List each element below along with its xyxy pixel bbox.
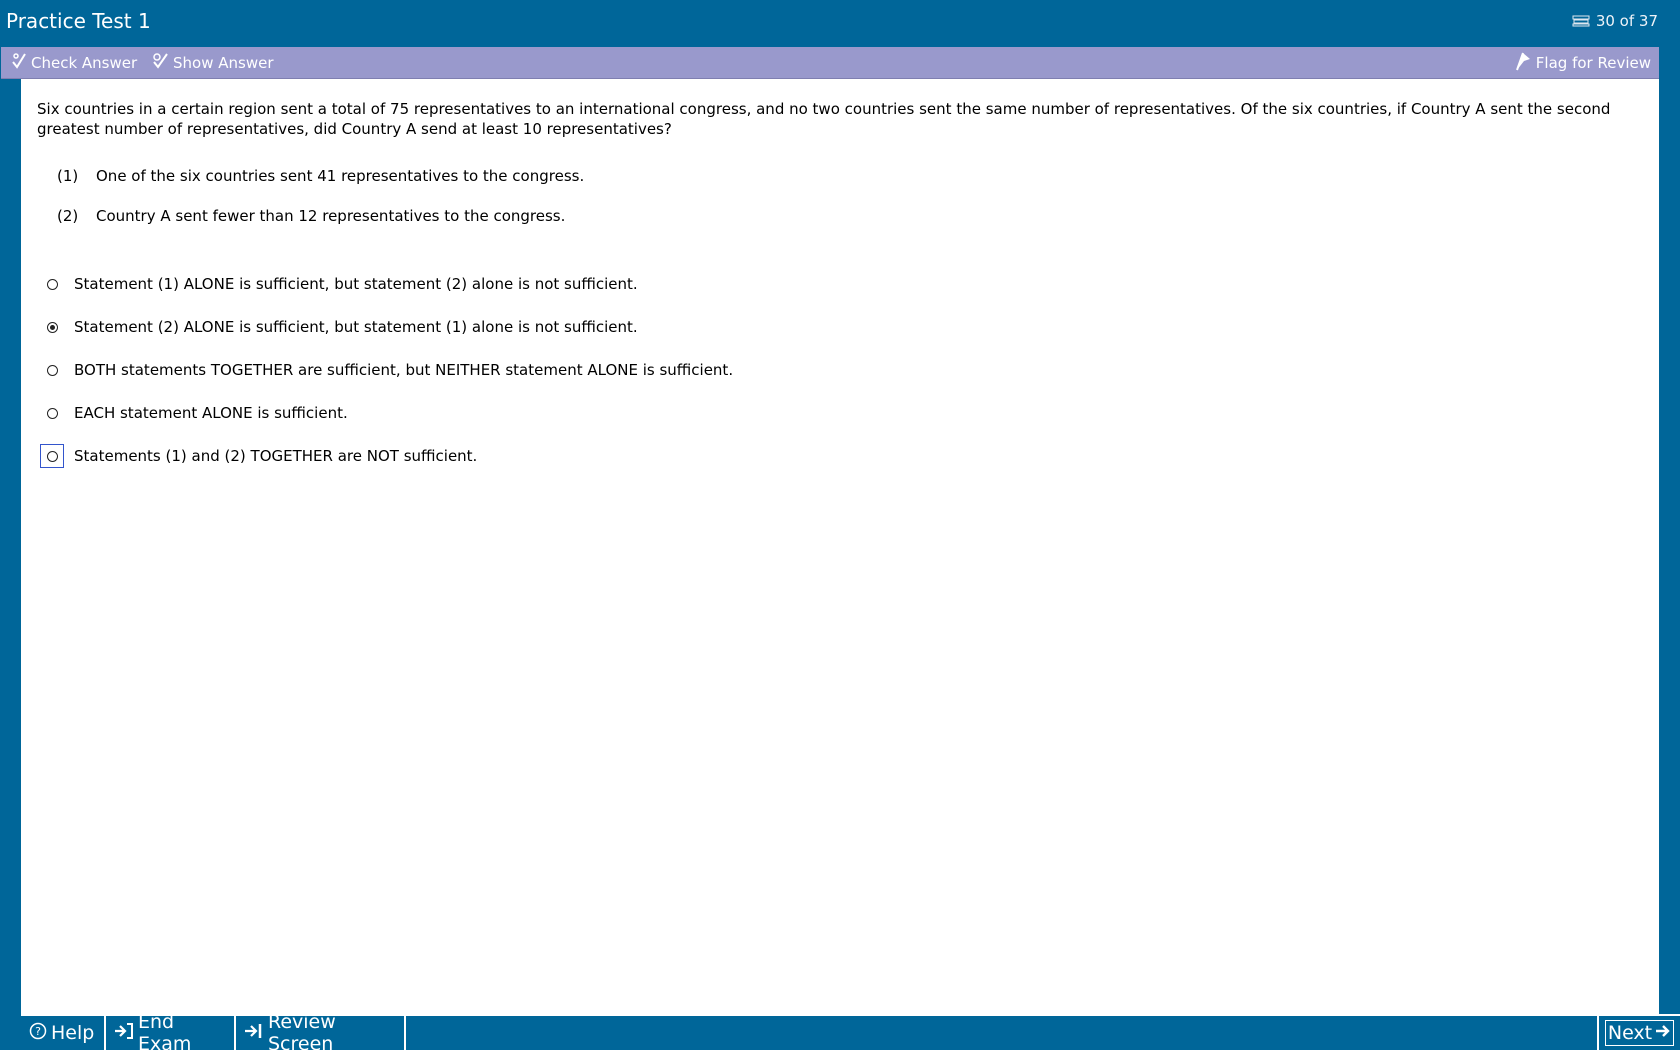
help-button[interactable]: ? Help (21, 1016, 106, 1050)
show-answer-label: Show Answer (173, 54, 274, 72)
question-stem: Six countries in a certain region sent a… (37, 100, 1611, 138)
window-title: Practice Test 1 (6, 9, 151, 33)
counter-text: 30 of 37 (1595, 12, 1658, 30)
show-answer-icon (151, 52, 169, 74)
answer-radio-a[interactable] (40, 272, 64, 296)
review-screen-button[interactable]: Review Screen (236, 1011, 406, 1050)
statement-2: (2) Country A sent fewer than 12 represe… (57, 207, 565, 225)
arrow-right-icon (1655, 1022, 1671, 1044)
review-screen-label: Review Screen (268, 1011, 336, 1050)
answer-option-b[interactable]: Statement (2) ALONE is sufficient, but s… (40, 315, 638, 339)
end-exam-icon (114, 1022, 134, 1045)
answer-option-text: EACH statement ALONE is sufficient. (74, 404, 348, 422)
flag-for-review-label: Flag for Review (1535, 54, 1651, 72)
flag-icon (1514, 51, 1532, 75)
check-answer-icon (11, 52, 27, 74)
check-answer-label: Check Answer (31, 54, 138, 72)
check-answer-button[interactable]: Check Answer (11, 52, 137, 74)
stack-icon (1572, 15, 1590, 27)
answer-option-text: BOTH statements TOGETHER are sufficient,… (74, 361, 734, 379)
help-label: Help (51, 1022, 95, 1044)
end-exam-button[interactable]: End Exam (106, 1011, 236, 1050)
question-panel: Six countries in a certain region sent a… (21, 79, 1659, 1014)
title-bar: Practice Test 1 30 of 37 (0, 0, 1680, 45)
answer-radio-e[interactable] (40, 444, 64, 468)
bottom-bar: ? Help End Exam Review Screen Next (21, 1011, 1680, 1050)
statement-number: (1) (57, 167, 79, 185)
statement-text: One of the six countries sent 41 represe… (96, 167, 585, 185)
show-answer-button[interactable]: Show Answer (151, 52, 274, 74)
question-counter: 30 of 37 (1572, 12, 1658, 30)
answer-option-e[interactable]: Statements (1) and (2) TOGETHER are NOT … (40, 444, 477, 468)
answer-radio-c[interactable] (40, 358, 64, 382)
next-button[interactable]: Next (1597, 1016, 1680, 1050)
answer-option-d[interactable]: EACH statement ALONE is sufficient. (40, 401, 348, 425)
answer-option-text: Statements (1) and (2) TOGETHER are NOT … (74, 447, 478, 465)
answer-radio-b[interactable] (40, 315, 64, 339)
toolbar: Check Answer Show Answer Flag for Review (1, 47, 1659, 79)
answer-option-a[interactable]: Statement (1) ALONE is sufficient, but s… (40, 272, 638, 296)
next-label: Next (1607, 1022, 1653, 1044)
answer-option-text: Statement (1) ALONE is sufficient, but s… (74, 275, 638, 293)
statement-text: Country A sent fewer than 12 representat… (96, 207, 566, 225)
end-exam-label: End Exam (138, 1011, 192, 1050)
review-screen-icon (244, 1022, 264, 1045)
answer-option-c[interactable]: BOTH statements TOGETHER are sufficient,… (40, 358, 733, 382)
answer-option-text: Statement (2) ALONE is sufficient, but s… (74, 318, 638, 336)
next-button-frame: Next (1604, 1020, 1675, 1046)
statement-1: (1) One of the six countries sent 41 rep… (57, 167, 584, 185)
help-icon: ? (29, 1022, 47, 1045)
svg-text:?: ? (35, 1025, 41, 1038)
answer-radio-d[interactable] (40, 401, 64, 425)
flag-for-review-button[interactable]: Flag for Review (1514, 52, 1651, 74)
statement-number: (2) (57, 207, 79, 225)
